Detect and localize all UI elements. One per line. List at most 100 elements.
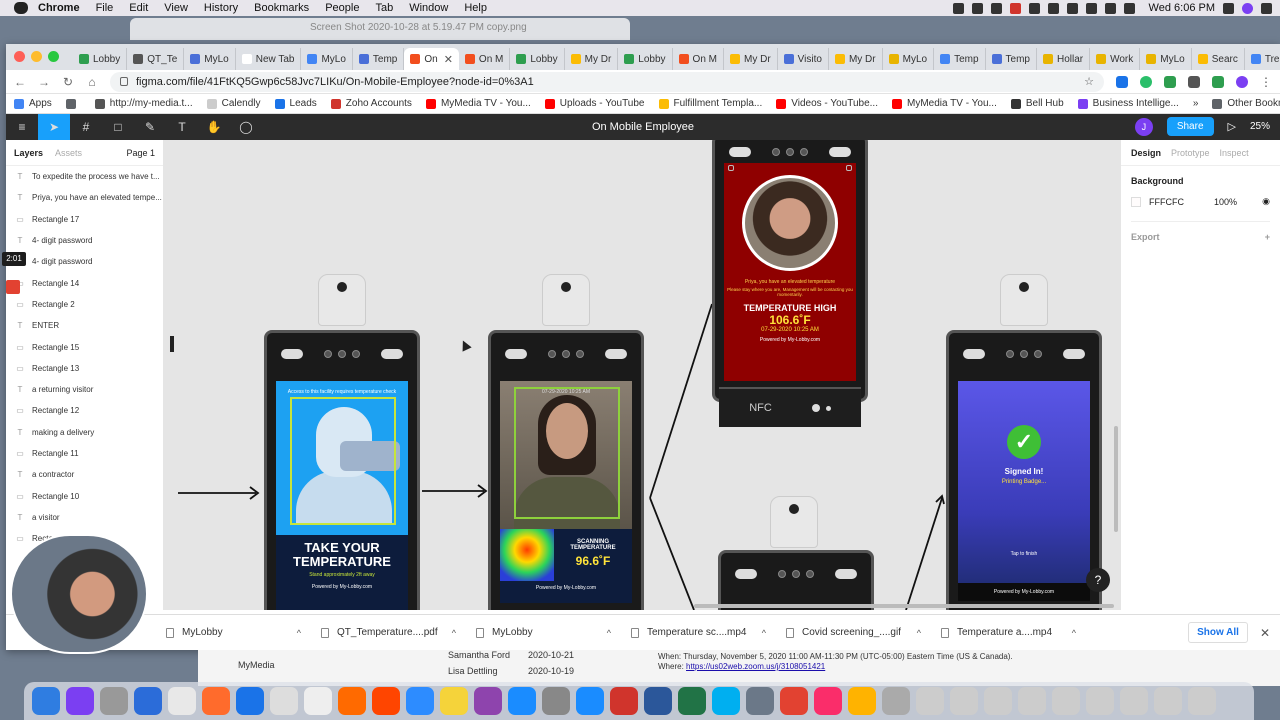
dock-app-icon[interactable] <box>542 687 570 715</box>
zoom-link[interactable]: https://us02web.zoom.us/j/3108051421 <box>686 662 825 671</box>
bookmark-item[interactable]: Leads <box>274 98 317 109</box>
dock-app-icon[interactable] <box>1018 687 1046 715</box>
extension-icon[interactable] <box>1212 75 1224 88</box>
menu-chrome[interactable]: Chrome <box>38 2 80 14</box>
record-stop-button[interactable] <box>6 280 20 294</box>
shield-icon[interactable] <box>1009 2 1021 14</box>
download-item[interactable]: Covid screening_....gif ^ <box>776 627 931 638</box>
forward-button[interactable]: → <box>38 75 50 89</box>
download-item[interactable]: Temperature a....mp4 ^ <box>931 627 1086 638</box>
browser-tab[interactable]: MyLo <box>883 48 935 70</box>
download-item[interactable]: MyLobby ^ <box>466 627 621 638</box>
comment-tool-icon[interactable]: ◯ <box>230 114 262 140</box>
control-center-icon[interactable] <box>1261 2 1272 14</box>
dropbox-icon[interactable] <box>990 2 1002 14</box>
menu-help[interactable]: Help <box>464 2 487 14</box>
dock-app-icon[interactable] <box>168 687 196 715</box>
zoom-icon[interactable] <box>971 2 983 14</box>
dock-app-icon[interactable] <box>202 687 230 715</box>
bookmark-item[interactable]: Zoho Accounts <box>330 98 412 109</box>
eye-icon[interactable]: ◉ <box>1262 196 1270 207</box>
layer-item[interactable]: ▭ Rectangle 17 <box>6 209 163 230</box>
background-opacity[interactable]: 100% <box>1214 197 1237 207</box>
close-tab-icon[interactable]: ✕ <box>444 53 453 66</box>
other-bookmarks[interactable]: Other Bookmarks <box>1212 98 1280 109</box>
browser-tab[interactable]: New Tab <box>236 48 302 70</box>
browser-tab[interactable]: Work <box>1090 48 1141 70</box>
layer-item[interactable]: Ta contractor <box>6 464 163 485</box>
tab-assets[interactable]: Assets <box>55 148 82 158</box>
hand-tool-icon[interactable]: ✋ <box>198 114 230 140</box>
menu-people[interactable]: People <box>325 2 359 14</box>
layer-item[interactable]: T To expedite the process we have t... <box>6 166 163 187</box>
layer-item[interactable]: T 4- digit password <box>6 230 163 251</box>
dock-app-icon[interactable] <box>1120 687 1148 715</box>
move-tool-icon[interactable]: ➤ <box>38 114 70 140</box>
layer-item[interactable]: ▭ Rectangle 13 <box>6 358 163 379</box>
dock-app-icon[interactable] <box>440 687 468 715</box>
settings-icon[interactable] <box>1028 2 1040 14</box>
mail-sidebar-item[interactable]: MyMedia <box>238 660 275 670</box>
record-icon[interactable] <box>952 2 964 14</box>
layer-item[interactable]: ▭ Rectangle 14 <box>6 272 163 293</box>
page-selector[interactable]: Page 1 <box>126 148 155 158</box>
horizontal-scrollbar[interactable] <box>694 604 1114 608</box>
browser-tab[interactable]: MyLo <box>301 48 353 70</box>
dock-app-icon[interactable] <box>848 687 876 715</box>
dock-app-icon[interactable] <box>576 687 604 715</box>
zoom-window-button[interactable] <box>48 51 59 62</box>
layer-item[interactable]: ▭ Rectangle 15 <box>6 336 163 357</box>
close-window-button[interactable] <box>14 51 25 62</box>
dock-app-icon[interactable] <box>338 687 366 715</box>
bluetooth-icon[interactable] <box>1047 2 1059 14</box>
dock-app-icon[interactable] <box>406 687 434 715</box>
extension-icon[interactable] <box>1164 75 1176 88</box>
dock-app-icon[interactable] <box>814 687 842 715</box>
dock-app-icon[interactable] <box>236 687 264 715</box>
tab-inspect[interactable]: Inspect <box>1220 148 1249 158</box>
menu-bookmarks[interactable]: Bookmarks <box>254 2 309 14</box>
browser-tab[interactable]: On ✕ <box>404 48 459 70</box>
browser-tab[interactable]: My Dr <box>565 48 619 70</box>
dock-app-icon[interactable] <box>984 687 1012 715</box>
browser-tab[interactable]: On M <box>673 48 724 70</box>
download-item[interactable]: Temperature sc....mp4 ^ <box>621 627 776 638</box>
add-export-icon[interactable]: + <box>1265 232 1270 242</box>
dock-app-icon[interactable] <box>780 687 808 715</box>
chrome-menu-icon[interactable]: ⋮ <box>1260 75 1272 89</box>
layer-item[interactable]: T Priya, you have an elevated tempe... <box>6 187 163 208</box>
dock-app-icon[interactable] <box>712 687 740 715</box>
dock-app-icon[interactable] <box>644 687 672 715</box>
layer-item[interactable]: Tmaking a delivery <box>6 422 163 443</box>
download-options-icon[interactable]: ^ <box>297 628 301 638</box>
background-swatch[interactable] <box>1131 196 1141 207</box>
bookmark-item[interactable]: Uploads - YouTube <box>544 98 645 109</box>
tab-prototype[interactable]: Prototype <box>1171 148 1210 158</box>
browser-tab[interactable]: Hollar <box>1037 48 1091 70</box>
dock-app-icon[interactable] <box>270 687 298 715</box>
shape-tool-icon[interactable]: □ <box>102 114 134 140</box>
dock-app-icon[interactable] <box>746 687 774 715</box>
bookmarks-overflow-icon[interactable]: » <box>1193 98 1199 109</box>
download-options-icon[interactable]: ^ <box>452 628 456 638</box>
dock-app-icon[interactable] <box>916 687 944 715</box>
present-play-icon[interactable]: ▷ <box>1228 120 1236 133</box>
volume-icon[interactable] <box>1085 2 1097 14</box>
bookmark-item[interactable]: Apps <box>14 98 52 109</box>
layer-item[interactable]: ▭ Rectangle 12 <box>6 400 163 421</box>
battery-icon[interactable] <box>1104 2 1116 14</box>
dock-app-icon[interactable] <box>1154 687 1182 715</box>
browser-tab[interactable]: Searc <box>1192 48 1245 70</box>
dock-app-icon[interactable] <box>134 687 162 715</box>
dock-app-icon[interactable] <box>678 687 706 715</box>
browser-tab[interactable]: On M <box>459 48 511 70</box>
siri-icon[interactable] <box>1242 2 1253 14</box>
flag-icon[interactable] <box>1123 2 1135 14</box>
profile-avatar[interactable] <box>1236 75 1248 88</box>
puzzle-icon[interactable] <box>1188 75 1200 88</box>
browser-tab[interactable]: Temp <box>986 48 1037 70</box>
browser-tab[interactable]: Temp <box>353 48 405 70</box>
download-options-icon[interactable]: ^ <box>607 628 611 638</box>
browser-tab[interactable]: QT_Te <box>127 48 185 70</box>
omnibox[interactable]: figma.com/file/41FtKQ5Gwp6c58Jvc7LIKu/On… <box>110 71 1104 92</box>
